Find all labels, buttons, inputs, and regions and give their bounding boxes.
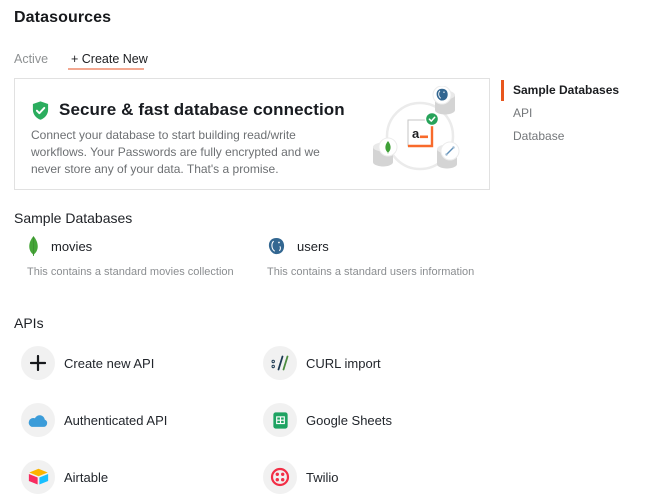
mongodb-icon	[27, 236, 40, 256]
postgresql-icon	[267, 237, 286, 256]
banner-body: Connect your database to start building …	[31, 127, 325, 178]
secure-connection-banner: Secure & fast database connection Connec…	[14, 78, 490, 190]
plus-icon	[30, 355, 46, 371]
tab-create-new[interactable]: + Create New	[71, 52, 148, 66]
api-label: Twilio	[306, 470, 339, 485]
api-icon-circle	[21, 403, 55, 437]
api-item-curl-import[interactable]: CURL import	[263, 346, 381, 380]
api-icon-circle	[263, 403, 297, 437]
google-sheets-icon	[271, 411, 290, 430]
db-desc-movies: This contains a standard movies collecti…	[27, 266, 252, 278]
api-label: Create new API	[64, 356, 154, 371]
api-item-authenticated-api[interactable]: Authenticated API	[21, 403, 167, 437]
verified-check-icon	[426, 113, 439, 126]
db-name-users: users	[297, 239, 329, 254]
rest-api-mini-icon	[441, 142, 459, 160]
side-nav-active-indicator	[501, 80, 504, 101]
side-nav-api[interactable]: API	[513, 106, 532, 120]
airtable-icon	[28, 468, 49, 486]
side-nav-sample-databases[interactable]: Sample Databases	[513, 83, 619, 97]
api-label: Airtable	[64, 470, 108, 485]
api-label: Google Sheets	[306, 413, 392, 428]
db-desc-users: This contains a standard users informati…	[267, 266, 492, 278]
sample-db-movies[interactable]: movies This contains a standard movies c…	[27, 235, 252, 278]
api-icon-circle	[263, 346, 297, 380]
apis-heading: APIs	[14, 315, 44, 331]
sample-databases-heading: Sample Databases	[14, 210, 132, 226]
side-nav-database[interactable]: Database	[513, 129, 564, 143]
sample-db-users[interactable]: users This contains a standard users inf…	[267, 235, 492, 278]
active-tab-underline	[68, 68, 144, 70]
mongodb-mini-icon	[379, 138, 397, 156]
api-item-airtable[interactable]: Airtable	[21, 460, 108, 494]
db-name-movies: movies	[51, 239, 92, 254]
tab-active[interactable]: Active	[14, 52, 48, 66]
api-label: CURL import	[306, 356, 381, 371]
api-item-create-new[interactable]: Create new API	[21, 346, 154, 380]
postgresql-mini-icon	[433, 86, 451, 104]
twilio-icon	[270, 467, 290, 487]
banner-title: Secure & fast database connection	[59, 100, 345, 120]
curl-icon	[270, 353, 290, 373]
database-connection-illustration: a	[371, 86, 473, 184]
api-icon-circle	[21, 460, 55, 494]
page-title: Datasources	[14, 9, 111, 27]
api-icon-circle	[21, 346, 55, 380]
svg-text:a: a	[412, 126, 420, 141]
api-item-google-sheets[interactable]: Google Sheets	[263, 403, 392, 437]
shield-check-icon	[31, 101, 50, 120]
api-label: Authenticated API	[64, 413, 167, 428]
api-icon-circle	[263, 460, 297, 494]
api-item-twilio[interactable]: Twilio	[263, 460, 339, 494]
cloud-icon	[27, 413, 49, 428]
datasources-page: { "header": { "title": "Datasources" }, …	[0, 0, 650, 483]
